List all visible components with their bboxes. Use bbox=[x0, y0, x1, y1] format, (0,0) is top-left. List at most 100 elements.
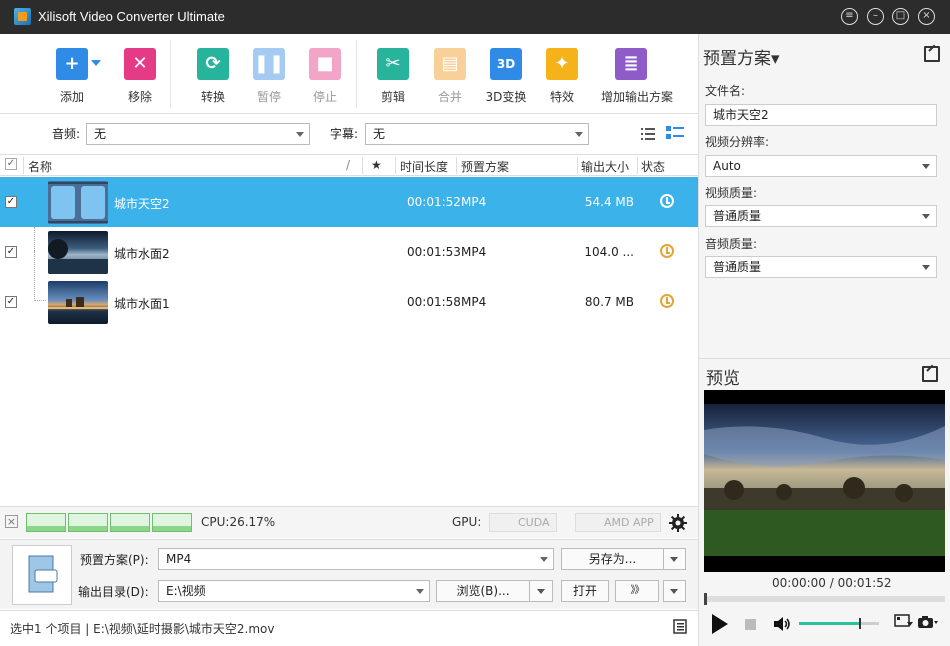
volume-icon[interactable] bbox=[773, 616, 791, 632]
merge-button[interactable]: ▤ 合并 bbox=[420, 48, 480, 105]
play-icon[interactable] bbox=[711, 613, 729, 635]
app-title: Xilisoft Video Converter Ultimate bbox=[38, 9, 225, 24]
chevron-down-icon bbox=[670, 589, 678, 594]
maximize-icon[interactable]: □ bbox=[892, 8, 909, 25]
gear-icon[interactable] bbox=[669, 514, 687, 532]
status-bar: 选中1 个项目 | E:\视频\延时摄影\城市天空2.mov bbox=[0, 610, 698, 646]
column-size[interactable]: 输出大小 bbox=[581, 158, 629, 175]
log-icon[interactable] bbox=[673, 619, 687, 634]
column-star[interactable]: ★ bbox=[371, 158, 382, 172]
column-status[interactable]: 状态 bbox=[641, 158, 665, 175]
clock-icon bbox=[660, 294, 674, 308]
audio-select[interactable]: 无 bbox=[86, 123, 310, 145]
list-view-icon[interactable] bbox=[641, 127, 655, 140]
close-icon[interactable]: × bbox=[918, 8, 935, 25]
subtitle-select[interactable]: 无 bbox=[365, 123, 589, 145]
minimize-icon[interactable]: – bbox=[867, 8, 884, 25]
subtitle-label: 字幕: bbox=[330, 127, 359, 141]
clip-button[interactable]: ✂ 剪辑 bbox=[363, 48, 423, 105]
screenshot-list-icon[interactable] bbox=[894, 614, 914, 630]
file-profile[interactable]: MP4 bbox=[461, 195, 486, 209]
select-all-checkbox[interactable]: ✓ bbox=[5, 158, 17, 170]
forward-dropdown[interactable] bbox=[663, 580, 686, 602]
preset-title[interactable]: 预置方案▾ bbox=[703, 44, 780, 69]
format-icon[interactable] bbox=[12, 545, 72, 605]
cuda-button[interactable]: CUDA bbox=[489, 513, 557, 532]
file-profile[interactable]: MP4 bbox=[461, 245, 486, 259]
add-button[interactable]: + 添加 bbox=[42, 48, 102, 105]
pause-button[interactable]: ❚❚ 暂停 bbox=[239, 48, 299, 105]
divider bbox=[170, 40, 171, 108]
table-row[interactable]: ✓ 城市水面1 00:01:58 MP4 80.7 MB bbox=[0, 251, 698, 327]
save-as-dropdown[interactable] bbox=[663, 548, 686, 570]
column-separator: / bbox=[346, 158, 351, 172]
file-profile[interactable]: MP4 bbox=[461, 295, 486, 309]
cpu-graph bbox=[68, 513, 108, 532]
file-size: 80.7 MB bbox=[584, 295, 634, 309]
video-quality-value: 普通质量 bbox=[713, 209, 762, 223]
detail-view-icon[interactable] bbox=[666, 126, 684, 140]
table-row[interactable]: ✓ 城市水面2 00:01:53 MP4 104.0 ... bbox=[0, 227, 698, 277]
video-quality-label: 视频质量: bbox=[705, 186, 758, 200]
remove-button[interactable]: ✕ 移除 bbox=[110, 48, 170, 105]
volume-handle[interactable] bbox=[859, 618, 861, 629]
filter-bar: 音频: 无 字幕: 无 bbox=[0, 115, 698, 153]
film-icon bbox=[48, 181, 108, 224]
cpu-usage: CPU:26.17% bbox=[201, 515, 276, 529]
stop-icon[interactable] bbox=[745, 619, 756, 630]
volume-slider[interactable] bbox=[799, 618, 879, 629]
add-profile-button[interactable]: ≣ 增加输出方案 bbox=[601, 48, 673, 105]
video-thumbnail bbox=[48, 231, 108, 274]
chevron-down-icon bbox=[922, 214, 930, 219]
column-profile[interactable]: 预置方案 bbox=[461, 158, 509, 175]
browse-dropdown[interactable] bbox=[529, 580, 553, 602]
file-duration: 00:01:53 bbox=[407, 245, 461, 259]
close-graph-icon[interactable]: × bbox=[5, 515, 18, 528]
chevron-down-icon bbox=[922, 265, 930, 270]
amd-app-button[interactable]: AMD APP bbox=[575, 513, 661, 532]
preview-progress-track[interactable] bbox=[704, 593, 945, 605]
output-dir-value: E:\视频 bbox=[166, 584, 206, 598]
file-name: 城市天空2 bbox=[114, 197, 170, 211]
row-checkbox[interactable]: ✓ bbox=[5, 196, 17, 208]
chevron-down-icon bbox=[540, 557, 548, 562]
forward-label: 》》 bbox=[630, 585, 645, 596]
pause-label: 暂停 bbox=[256, 90, 281, 104]
menu-icon[interactable]: ≡ bbox=[841, 8, 858, 25]
table-row[interactable]: ✓ 城市天空2 00:01:52 MP4 54.4 MB bbox=[0, 177, 698, 227]
open-button[interactable]: 打开 bbox=[561, 580, 609, 602]
audio-quality-select[interactable]: 普通质量 bbox=[705, 256, 937, 278]
add-dropdown-icon[interactable] bbox=[91, 60, 101, 66]
resolution-label: 视频分辨率: bbox=[705, 135, 770, 149]
clock-icon bbox=[660, 194, 674, 208]
plus-icon: + bbox=[56, 48, 88, 80]
row-checkbox[interactable]: ✓ bbox=[5, 296, 17, 308]
preview-progress-handle[interactable] bbox=[704, 593, 707, 605]
profile-select[interactable]: MP4 bbox=[158, 548, 554, 570]
video-quality-select[interactable]: 普通质量 bbox=[705, 205, 937, 227]
file-size: 104.0 ... bbox=[584, 245, 634, 259]
stop-button[interactable]: ■ 停止 bbox=[295, 48, 355, 105]
convert-button[interactable]: ⟳ 转换 bbox=[183, 48, 243, 105]
browse-button[interactable]: 浏览(B)... bbox=[436, 580, 530, 602]
camera-icon[interactable] bbox=[917, 614, 939, 630]
forward-button[interactable]: 》》 bbox=[615, 580, 659, 602]
preview-title: 预览 bbox=[706, 369, 740, 389]
resolution-select[interactable]: Auto bbox=[705, 155, 937, 177]
chevron-down-icon bbox=[296, 132, 304, 137]
profile-value: MP4 bbox=[166, 552, 192, 566]
effects-button[interactable]: ✦ 特效 bbox=[532, 48, 592, 105]
3d-button[interactable]: 3D 3D变换 bbox=[476, 48, 536, 105]
output-dir-select[interactable]: E:\视频 bbox=[158, 580, 430, 602]
row-checkbox[interactable]: ✓ bbox=[5, 246, 17, 258]
column-duration[interactable]: 时间长度 bbox=[400, 158, 448, 175]
file-duration: 00:01:58 bbox=[407, 295, 461, 309]
save-as-button[interactable]: 另存为... bbox=[561, 548, 664, 570]
video-thumbnail bbox=[48, 181, 108, 224]
column-name[interactable]: 名称 bbox=[28, 158, 52, 175]
preview-video[interactable] bbox=[704, 390, 945, 572]
expand-icon[interactable] bbox=[924, 46, 940, 62]
filename-input[interactable]: 城市天空2 bbox=[705, 104, 937, 126]
expand-icon[interactable] bbox=[922, 366, 938, 382]
file-size: 54.4 MB bbox=[584, 195, 634, 209]
